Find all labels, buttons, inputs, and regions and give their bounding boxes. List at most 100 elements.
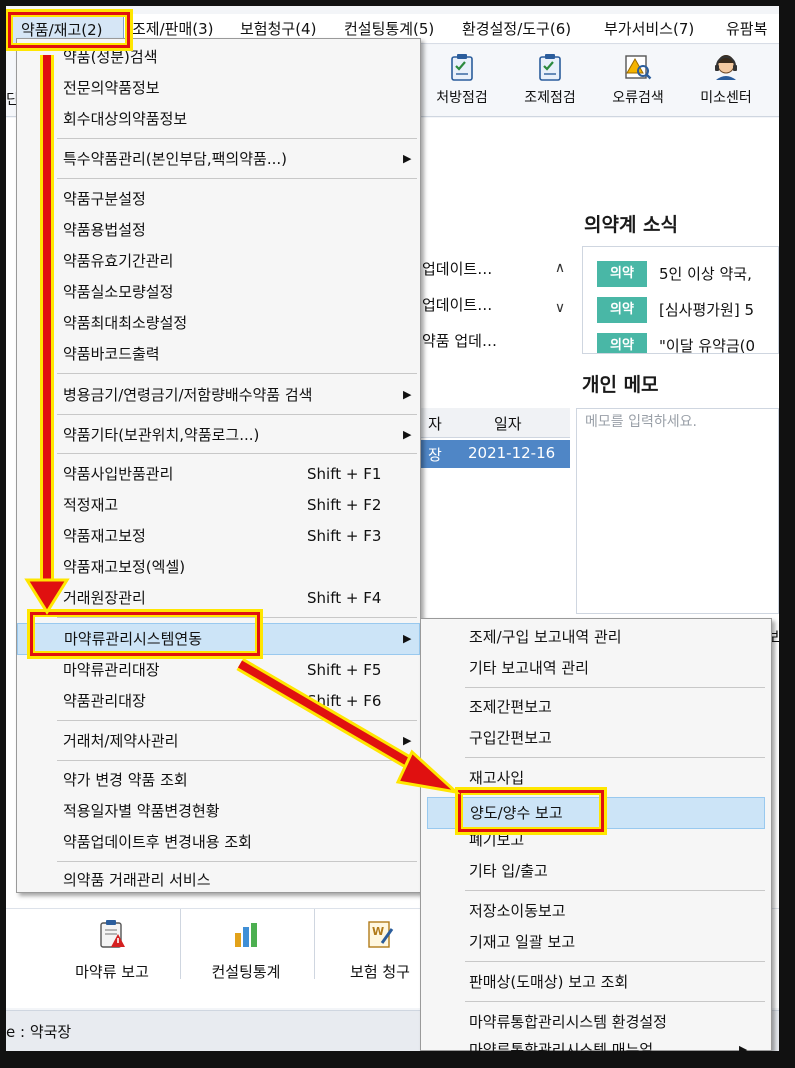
menu-item-drug-category[interactable]: 약품구분설정 — [17, 184, 420, 214]
menu-item-update-changes[interactable]: 약품업데이트후 변경내용 조회 — [17, 827, 420, 857]
warning-search-icon — [625, 55, 652, 80]
menu-item-drug-usage[interactable]: 약품용법설정 — [17, 215, 420, 245]
dispense-check-label: 조제점검 — [524, 90, 576, 106]
update-item[interactable]: 업데이트… — [422, 258, 492, 279]
menu-item-prof-drug-info[interactable]: 전문의약품정보 — [17, 73, 420, 103]
menu-item-minmax[interactable]: 약품최대최소량설정 — [17, 308, 420, 338]
menu-item-label: 약품용법설정 — [63, 221, 146, 239]
menu-item-label: 적정재고 — [63, 496, 119, 514]
menu-separator — [57, 720, 417, 721]
news-badge: 의약 — [597, 297, 647, 323]
submenu-item-manual[interactable]: 마약류통합관리시스템 매뉴얼 ▶ — [421, 1035, 771, 1051]
menu-item-special-drug[interactable]: 특수약품관리(본인부담,팩의약품...) ▶ — [17, 144, 420, 174]
submenu-item-storage-move[interactable]: 저장소이동보고 — [421, 896, 771, 926]
error-search-button[interactable]: 오류검색 — [594, 49, 682, 113]
menu-item-change-by-date[interactable]: 적용일자별 약품변경현황 — [17, 796, 420, 826]
menu-item-trade-service[interactable]: 의약품 거래관리 서비스 — [17, 865, 420, 895]
submenu-item-system-settings[interactable]: 마약류통합관리시스템 환경설정 — [421, 1007, 771, 1037]
clipboard-check-icon — [451, 54, 473, 81]
menu-item-label: 기재고 일괄 보고 — [469, 933, 576, 951]
menu-item-optimal-stock[interactable]: 적정재고 Shift + F2 — [17, 490, 420, 520]
submenu-arrow-icon: ▶ — [403, 734, 412, 747]
menu-item-label: 약품재고보정 — [63, 527, 146, 545]
toolbar-divider — [314, 909, 315, 979]
menu-settings-tools[interactable]: 환경설정/도구(6) — [462, 14, 571, 44]
news-item[interactable]: 의약 "이달 유약금(0 — [597, 333, 755, 353]
news-list: 의약 5인 이상 약국, 의약 [심사평가원] 5 의약 "이달 유약금(0 — [582, 246, 779, 354]
grid-cell-date: 2021-12-16 — [468, 444, 556, 462]
menu-item-label: 거래처/제약사관리 — [63, 732, 179, 750]
clipboard-warning-icon — [100, 920, 125, 948]
submenu-item-purchase-simple[interactable]: 구입간편보고 — [421, 723, 771, 753]
menu-item-drug-etc[interactable]: 약품기타(보관위치,약품로그...) ▶ — [17, 420, 420, 450]
menu-item-label: 마약류통합관리시스템 매뉴얼 — [469, 1041, 654, 1051]
submenu-item-wholesaler-query[interactable]: 판매상(도매상) 보고 조회 — [421, 967, 771, 997]
news-badge: 의약 — [597, 333, 647, 353]
menu-separator — [57, 178, 417, 179]
menu-separator — [57, 373, 417, 374]
submenu-arrow-icon: ▶ — [403, 428, 412, 441]
news-item[interactable]: 의약 [심사평가원] 5 — [597, 297, 754, 323]
menu-item-drug-ledger[interactable]: 약품관리대장 Shift + F6 — [17, 686, 420, 716]
menu-item-ledger[interactable]: 거래원장관리 Shift + F4 — [17, 583, 420, 613]
menu-separator — [465, 757, 765, 758]
miso-center-label: 미소센터 — [700, 90, 752, 106]
menu-item-label: 약품실소모량설정 — [63, 283, 174, 301]
menu-item-label: 약품관리대장 — [63, 692, 146, 710]
consulting-stats-button[interactable]: 컨설팅통계 — [186, 919, 306, 989]
submenu-item-bulk-report[interactable]: 기재고 일괄 보고 — [421, 927, 771, 957]
memo-input[interactable]: 메모를 입력하세요. — [576, 408, 779, 614]
consulting-stats-label: 컨설팅통계 — [211, 963, 281, 981]
menu-shortcut: Shift + F1 — [307, 465, 382, 483]
update-item[interactable]: 약품 업데… — [422, 330, 497, 351]
svg-text:W: W — [372, 925, 384, 938]
news-item[interactable]: 의약 5인 이상 약국, — [597, 261, 752, 287]
menu-item-label: 약품재고보정(엑셀) — [63, 558, 186, 576]
menu-item-stock-adjust-excel[interactable]: 약품재고보정(엑셀) — [17, 552, 420, 582]
menu-upharm[interactable]: 유팜복 — [726, 14, 767, 44]
menu-extra-services[interactable]: 부가서비스(7) — [604, 14, 694, 44]
menu-separator — [465, 687, 765, 688]
grid-col-header-date: 일자 — [494, 415, 522, 433]
table-row[interactable]: 장 2021-12-16 — [420, 440, 570, 468]
dispense-check-button[interactable]: 조제점검 — [506, 49, 594, 113]
submenu-item-stock-purchase[interactable]: 재고사입 — [421, 763, 771, 793]
prescription-check-button[interactable]: 처방점검 — [418, 49, 506, 113]
menu-item-recall-drug-info[interactable]: 회수대상의약품정보 — [17, 104, 420, 134]
submenu-item-report-history[interactable]: 조제/구입 보고내역 관리 — [421, 622, 771, 652]
memo-title: 개인 메모 — [582, 374, 659, 396]
menu-shortcut: Shift + F2 — [307, 496, 382, 514]
narcotics-system-submenu: 조제/구입 보고내역 관리 기타 보고내역 관리 조제간편보고 구입간편보고 재… — [420, 618, 772, 1051]
scroll-up-icon[interactable]: ∧ — [550, 260, 570, 280]
news-text: [심사평가원] 5 — [659, 301, 755, 319]
menu-item-label: 약품기타(보관위치,약품로그...) — [63, 426, 260, 444]
update-item[interactable]: 업데이트… — [422, 294, 492, 315]
menu-item-price-change[interactable]: 약가 변경 약품 조회 — [17, 765, 420, 795]
menu-item-supplier[interactable]: 거래처/제약사관리 ▶ — [17, 726, 420, 756]
submenu-item-other-history[interactable]: 기타 보고내역 관리 — [421, 653, 771, 683]
miso-center-button[interactable]: 미소센터 — [682, 49, 770, 113]
app-window: 약품/재고(2) 조제/판매(3) 보험청구(4) 컨설팅통계(5) 환경설정/… — [6, 6, 779, 1051]
scroll-down-icon[interactable]: ∨ — [550, 300, 570, 320]
menu-item-label: 거래원장관리 — [63, 589, 146, 607]
menu-item-contraindication[interactable]: 병용금기/연령금기/저함량배수약품 검색 ▶ — [17, 380, 420, 410]
menu-separator — [465, 961, 765, 962]
menu-item-label: 약품사입반품관리 — [63, 465, 174, 483]
narcotics-report-button[interactable]: 마약류 보고 — [52, 919, 172, 989]
news-title: 의약계 소식 — [584, 214, 679, 236]
news-badge: 의약 — [597, 261, 647, 287]
submenu-item-other-inout[interactable]: 기타 입/출고 — [421, 856, 771, 886]
menu-item-label: 회수대상의약품정보 — [63, 110, 188, 128]
menu-item-label: 전문의약품정보 — [63, 79, 160, 97]
menu-item-stock-adjust[interactable]: 약품재고보정 Shift + F3 — [17, 521, 420, 551]
submenu-arrow-icon: ▶ — [403, 388, 412, 401]
grid-cell: 장 — [428, 446, 442, 464]
menu-item-consumption[interactable]: 약품실소모량설정 — [17, 277, 420, 307]
menu-item-barcode[interactable]: 약품바코드출력 — [17, 339, 420, 369]
submenu-item-dispense-simple[interactable]: 조제간편보고 — [421, 692, 771, 722]
menu-item-expiry[interactable]: 약품유효기간관리 — [17, 246, 420, 276]
menu-item-narcotics-ledger[interactable]: 마약류관리대장 Shift + F5 — [17, 655, 420, 685]
narcotics-report-label: 마약류 보고 — [75, 963, 149, 981]
menu-separator — [57, 414, 417, 415]
menu-item-purchase-return[interactable]: 약품사입반품관리 Shift + F1 — [17, 459, 420, 489]
